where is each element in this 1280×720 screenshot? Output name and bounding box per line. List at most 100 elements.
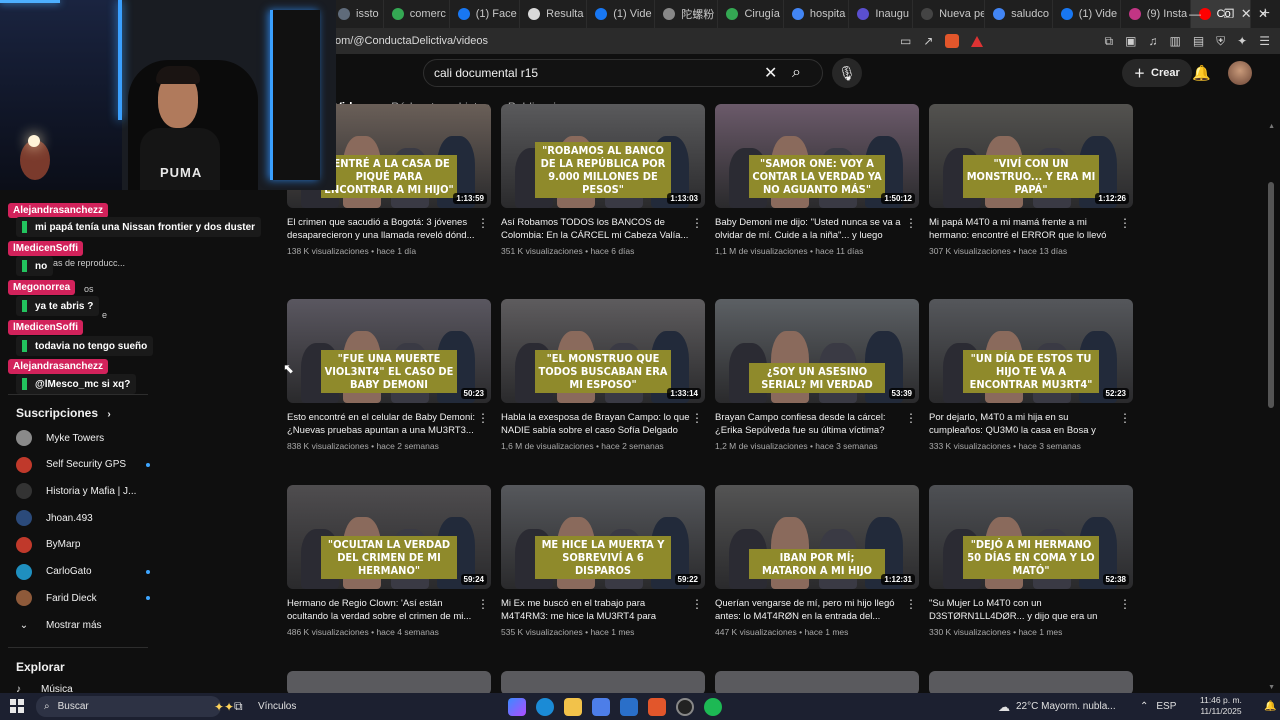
video-card[interactable]: "FUE UNA MUERTE VIOL3NT4" EL CASO DE BAB… xyxy=(287,299,491,451)
outlook-icon[interactable] xyxy=(620,697,638,716)
sidebar-icon[interactable]: ▥ xyxy=(1169,34,1180,49)
video-title[interactable]: Mi Ex me buscó en el trabajo para M4T4RM… xyxy=(501,597,705,623)
subscription-item[interactable]: Self Security GPS xyxy=(16,456,150,473)
video-card[interactable]: "UN DÍA DE ESTOS TU HIJO TE VA A ENCONTR… xyxy=(929,299,1133,451)
more-options-icon[interactable]: ⋮ xyxy=(477,597,489,611)
video-thumbnail[interactable] xyxy=(929,671,1133,695)
spotify-icon[interactable] xyxy=(704,697,722,716)
search-box[interactable]: cali documental r15 ✕ ⌕ xyxy=(423,59,823,87)
menu-icon[interactable]: ☰ xyxy=(1259,34,1270,49)
file-explorer-icon[interactable] xyxy=(564,697,582,716)
language-indicator[interactable]: ESP xyxy=(1156,701,1176,712)
video-thumbnail[interactable] xyxy=(501,671,705,695)
video-title[interactable]: Por dejarlo, M4T0 a mi hija en su cumple… xyxy=(929,411,1133,437)
browser-tab[interactable]: Cirugía xyxy=(718,0,784,28)
brave-rewards-icon[interactable] xyxy=(971,35,984,47)
voice-search-icon[interactable]: 🎙 xyxy=(832,58,862,88)
more-options-icon[interactable]: ⋮ xyxy=(477,411,489,425)
video-card[interactable]: ¿SOY UN ASESINO SERIAL? MI VERDAD 53:39 Br… xyxy=(715,299,919,451)
video-thumbnail[interactable]: "ROBAMOS AL BANCO DE LA REPÚBLICA POR 9.… xyxy=(501,104,705,208)
subscription-item[interactable]: Farid Dieck xyxy=(16,590,150,607)
video-title[interactable]: Habla la exesposa de Brayan Campo: lo qu… xyxy=(501,411,705,437)
start-icon[interactable] xyxy=(10,699,24,713)
browser-tab[interactable]: hospita xyxy=(784,0,850,28)
ai-icon[interactable]: ✦ xyxy=(1237,34,1247,49)
more-options-icon[interactable]: ⋮ xyxy=(1119,597,1131,611)
video-title[interactable]: Esto encontré en el celular de Baby Demo… xyxy=(287,411,491,437)
video-title[interactable]: Querían vengarse de mí, pero mi hijo lle… xyxy=(715,597,919,623)
weather-widget[interactable]: ☁ 22°C Mayorm. nubla... xyxy=(998,700,1116,714)
create-button[interactable]: ＋ Crear xyxy=(1122,59,1192,87)
account-avatar[interactable] xyxy=(1228,61,1252,85)
more-options-icon[interactable]: ⋮ xyxy=(691,216,703,230)
video-thumbnail[interactable]: ME HICE LA MUERTA Y SOBREVIVÍ A 6 DISPAR… xyxy=(501,485,705,589)
obs-icon[interactable] xyxy=(676,697,694,716)
subscription-item[interactable]: Myke Towers xyxy=(16,430,138,446)
browser-tab[interactable]: saludco xyxy=(985,0,1053,28)
notification-center-icon[interactable]: 🔔 xyxy=(1264,701,1276,712)
video-thumbnail[interactable]: ¿SOY UN ASESINO SERIAL? MI VERDAD 53:39 xyxy=(715,299,919,403)
video-card[interactable]: "VIVÍ CON UN MONSTRUO... Y ERA MI PAPÁ" 1… xyxy=(929,104,1133,256)
scroll-up-icon[interactable]: ▲ xyxy=(1268,123,1275,130)
video-card[interactable]: ME HICE LA MUERTA Y SOBREVIVÍ A 6 DISPAR… xyxy=(501,485,705,637)
maximize-button[interactable]: ❐ xyxy=(1212,0,1246,28)
video-card[interactable]: "ROBAMOS AL BANCO DE LA REPÚBLICA POR 9.… xyxy=(501,104,705,256)
sidebar-partial-label[interactable]: os xyxy=(84,284,94,294)
browser-tab[interactable]: (1) Vide xyxy=(1053,0,1121,28)
search-input[interactable]: cali documental r15 xyxy=(434,66,538,80)
store-icon[interactable] xyxy=(592,697,610,716)
subscription-item[interactable]: Historia y Mafia | J... xyxy=(16,483,138,500)
more-options-icon[interactable]: ⋮ xyxy=(1119,411,1131,425)
browser-tab[interactable]: 陀螺粉 xyxy=(655,0,719,28)
extensions-icon[interactable]: ⧉ xyxy=(1105,34,1114,49)
browser-tab[interactable]: comerc xyxy=(384,0,450,28)
scrollbar[interactable] xyxy=(1268,182,1274,408)
show-more-button[interactable]: ⌄ Mostrar más xyxy=(16,620,102,631)
media-icon[interactable]: ♫ xyxy=(1148,34,1157,49)
video-title[interactable]: El crimen que sacudió a Bogotá: 3 jóvene… xyxy=(287,216,491,242)
browser-tab[interactable]: Resulta xyxy=(520,0,588,28)
video-card[interactable]: "SAMOR ONE: VOY A CONTAR LA VERDAD YA NO… xyxy=(715,104,919,256)
video-thumbnail[interactable]: "FUE UNA MUERTE VIOL3NT4" EL CASO DE BAB… xyxy=(287,299,491,403)
scroll-down-icon[interactable]: ▼ xyxy=(1268,684,1275,691)
install-icon[interactable]: ▭ xyxy=(900,34,911,48)
video-thumbnail[interactable]: "DEJÓ A MI HERMANO 50 DÍAS EN COMA Y LO … xyxy=(929,485,1133,589)
more-options-icon[interactable]: ⋮ xyxy=(905,597,917,611)
browser-tab[interactable]: (1) Face xyxy=(450,0,521,28)
tray-chevron-icon[interactable]: ⌃ xyxy=(1140,701,1148,712)
video-thumbnail[interactable]: "SAMOR ONE: VOY A CONTAR LA VERDAD YA NO… xyxy=(715,104,919,208)
video-title[interactable]: Brayan Campo confiesa desde la cárcel: ¿… xyxy=(715,411,919,437)
more-options-icon[interactable]: ⋮ xyxy=(905,216,917,230)
video-title[interactable]: Baby Demoni me dijo: "Usted nunca se va … xyxy=(715,216,919,242)
browser-tab[interactable]: Inaugu xyxy=(849,0,914,28)
brave-shields-icon[interactable] xyxy=(945,34,960,48)
close-window-button[interactable]: ✕ xyxy=(1246,0,1280,28)
clock[interactable]: 11:46 p. m. 11/11/2025 xyxy=(1200,695,1242,717)
more-options-icon[interactable]: ⋮ xyxy=(691,411,703,425)
sidebar-partial-label[interactable]: e xyxy=(102,310,107,320)
video-thumbnail[interactable]: "OCULTAN LA VERDAD DEL CRIMEN DE MI HERM… xyxy=(287,485,491,589)
minimize-button[interactable]: — xyxy=(1178,0,1212,28)
browser-tab[interactable]: (1) Vide xyxy=(587,0,656,28)
subscriptions-heading[interactable]: Suscripciones › xyxy=(16,406,111,420)
taskbar-search[interactable]: ⌕ Buscar ✦✦ xyxy=(36,696,234,717)
clear-search-icon[interactable]: ✕ xyxy=(764,63,777,83)
browser-tab[interactable]: issto xyxy=(330,0,384,28)
video-title[interactable]: Hermano de Regio Clown: 'Así están ocult… xyxy=(287,597,491,623)
copilot-icon[interactable] xyxy=(508,697,526,716)
sidebar-playlists-label[interactable]: stas de reproducc... xyxy=(46,258,125,268)
video-title[interactable]: Así Robamos TODOS los BANCOS de Colombia… xyxy=(501,216,705,242)
more-options-icon[interactable]: ⋮ xyxy=(477,216,489,230)
wallet-icon[interactable]: ▤ xyxy=(1193,34,1204,49)
video-thumbnail[interactable]: IBAN POR MÍ; MATARON A MI HIJO 1:12:31 xyxy=(715,485,919,589)
search-icon[interactable]: ⌕ xyxy=(792,64,801,82)
video-thumbnail[interactable] xyxy=(287,671,491,695)
vpn-icon[interactable]: ⛨ xyxy=(1216,34,1225,49)
subscription-item[interactable]: CarloGato xyxy=(16,563,150,580)
video-thumbnail[interactable]: "VIVÍ CON UN MONSTRUO... Y ERA MI PAPÁ" 1… xyxy=(929,104,1133,208)
notifications-icon[interactable]: 🔔 xyxy=(1192,64,1211,82)
share-icon[interactable]: ↗ xyxy=(923,34,933,48)
video-card[interactable]: "EL MONSTRUO QUE TODOS BUSCABAN ERA MI E… xyxy=(501,299,705,451)
url-field[interactable]: om/@ConductaDelictiva/videos xyxy=(335,35,488,47)
edge-icon[interactable] xyxy=(536,697,554,716)
